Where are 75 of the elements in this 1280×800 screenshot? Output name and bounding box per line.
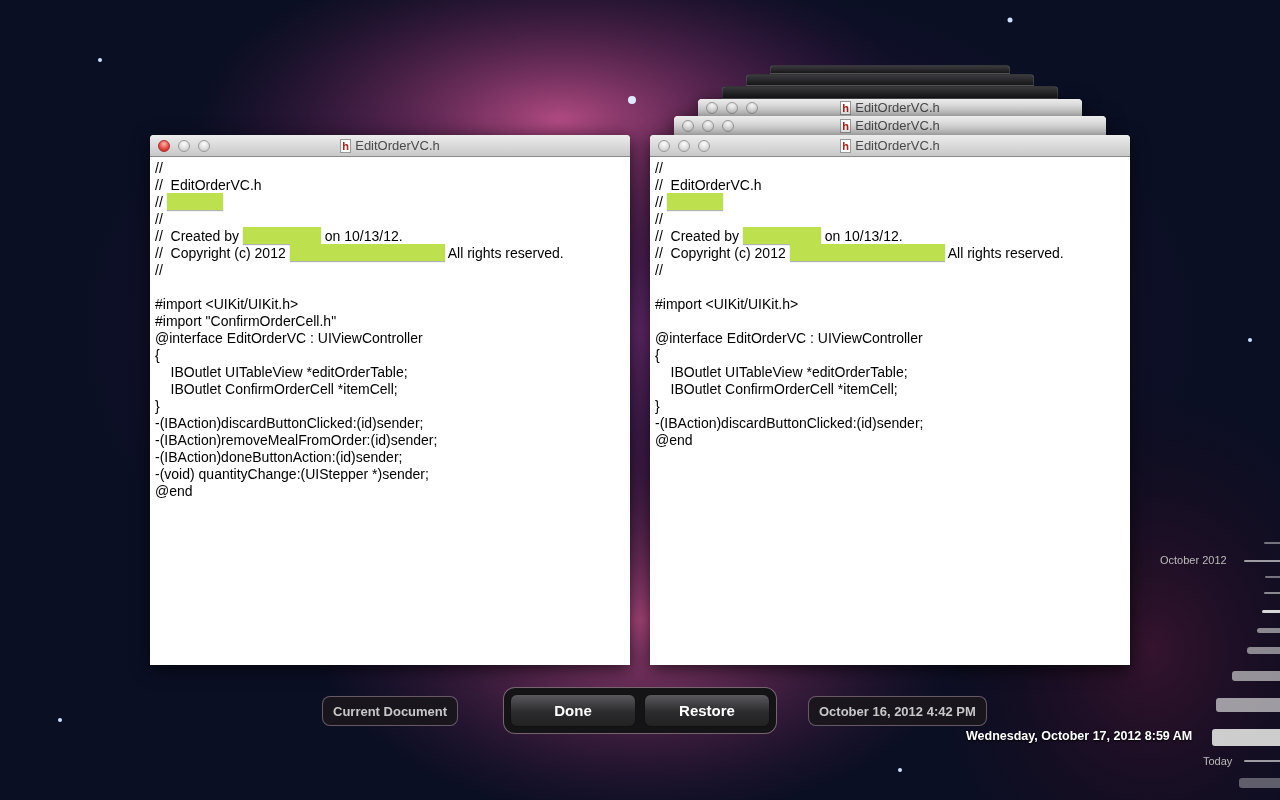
- code-line: IBOutlet UITableView *editOrderTable;: [669, 363, 908, 380]
- timeline-tick[interactable]: [1247, 646, 1280, 654]
- code-line: //: [155, 159, 163, 176]
- code-line: // EditOrderVC.h: [155, 176, 262, 193]
- code-text: // Created by: [155, 227, 241, 244]
- zoom-button[interactable]: [198, 139, 210, 152]
- code-line: @interface EditOrderVC : UIViewController: [655, 329, 923, 346]
- minimize-button[interactable]: [702, 119, 714, 132]
- stacked-window[interactable]: [746, 74, 1034, 86]
- code-line: #import <UIKit/UIKit.h>: [655, 295, 799, 312]
- window-title: EditOrderVC.h: [355, 138, 440, 153]
- code-line: }: [155, 397, 160, 414]
- window-title: EditOrderVC.h: [855, 100, 940, 115]
- code-text: //: [155, 193, 164, 210]
- code-text: on 10/13/12.: [323, 227, 403, 244]
- code-text: // Copyright (c) 2012: [655, 244, 787, 261]
- stacked-window[interactable]: h EditOrderVC.h: [698, 99, 1082, 116]
- timeline-label: Today: [1203, 755, 1233, 767]
- zoom-button[interactable]: [722, 119, 734, 132]
- code-line: {: [155, 346, 160, 363]
- code-line: -(IBAction)discardButtonClicked:(id)sender;: [155, 414, 424, 431]
- redaction-bar: [666, 193, 723, 210]
- code-line: @end: [155, 482, 193, 499]
- current-date-label: Wednesday, October 17, 2012 8:59 AM: [966, 729, 1193, 743]
- code-line: -(IBAction)discardButtonClicked:(id)sender;: [655, 414, 924, 431]
- code-text: //: [655, 193, 664, 210]
- zoom-button[interactable]: [698, 139, 710, 152]
- code-line: #import <UIKit/UIKit.h>: [155, 295, 299, 312]
- timeline-tick[interactable]: [1257, 627, 1280, 633]
- code-line: IBOutlet ConfirmOrderCell *itemCell;: [669, 380, 898, 397]
- code-line: }: [655, 397, 660, 414]
- code-line: //: [155, 261, 163, 278]
- stacked-window[interactable]: [770, 65, 1010, 74]
- timeline-tick[interactable]: [1262, 609, 1280, 613]
- code-text: // Created by: [655, 227, 741, 244]
- timeline-label: October 2012: [1160, 554, 1227, 566]
- code-line: //: [655, 159, 663, 176]
- version-date-button[interactable]: October 16, 2012 4:42 PM: [808, 696, 987, 726]
- close-button[interactable]: [658, 139, 670, 152]
- code-line: -(IBAction)removeMealFromOrder:(id)sender;: [155, 431, 438, 448]
- code-line: IBOutlet ConfirmOrderCell *itemCell;: [169, 380, 398, 397]
- stacked-window[interactable]: [722, 86, 1058, 99]
- header-file-icon: h: [340, 138, 352, 153]
- close-button[interactable]: [682, 119, 694, 132]
- code-line: @end: [655, 431, 693, 448]
- redaction-bar: [166, 193, 223, 210]
- code-line: -(void) quantityChange:(UIStepper *)sender;: [155, 465, 429, 482]
- current-document-button[interactable]: Current Document: [322, 696, 459, 726]
- minimize-button[interactable]: [726, 101, 738, 114]
- code-line: //: [655, 210, 663, 227]
- code-line: //: [655, 261, 663, 278]
- zoom-button[interactable]: [746, 101, 758, 114]
- code-text: on 10/13/12.: [823, 227, 903, 244]
- window-title: EditOrderVC.h: [855, 138, 940, 153]
- window-title: EditOrderVC.h: [855, 118, 940, 133]
- minimize-button[interactable]: [678, 139, 690, 152]
- header-file-icon: h: [840, 138, 852, 153]
- code-line: //: [155, 210, 163, 227]
- code-line: -(IBAction)doneButtonAction:(id)sender;: [155, 448, 403, 465]
- minimize-button[interactable]: [178, 139, 190, 152]
- code-line: #import "ConfirmOrderCell.h": [155, 312, 337, 329]
- header-file-icon: h: [840, 118, 852, 133]
- code-line: IBOutlet UITableView *editOrderTable;: [169, 363, 408, 380]
- code-text: All rights reserved.: [946, 244, 1064, 261]
- code-text: // Copyright (c) 2012: [155, 244, 287, 261]
- done-button[interactable]: Done: [510, 694, 636, 727]
- header-file-icon: h: [840, 100, 852, 115]
- restore-button[interactable]: Restore: [644, 694, 770, 727]
- stacked-window[interactable]: h EditOrderVC.h: [674, 116, 1106, 135]
- code-line: {: [655, 346, 660, 363]
- close-button[interactable]: [158, 139, 170, 152]
- code-text: All rights reserved.: [446, 244, 564, 261]
- code-line: // EditOrderVC.h: [655, 176, 762, 193]
- close-button[interactable]: [706, 101, 718, 114]
- code-line: @interface EditOrderVC : UIViewController: [155, 329, 423, 346]
